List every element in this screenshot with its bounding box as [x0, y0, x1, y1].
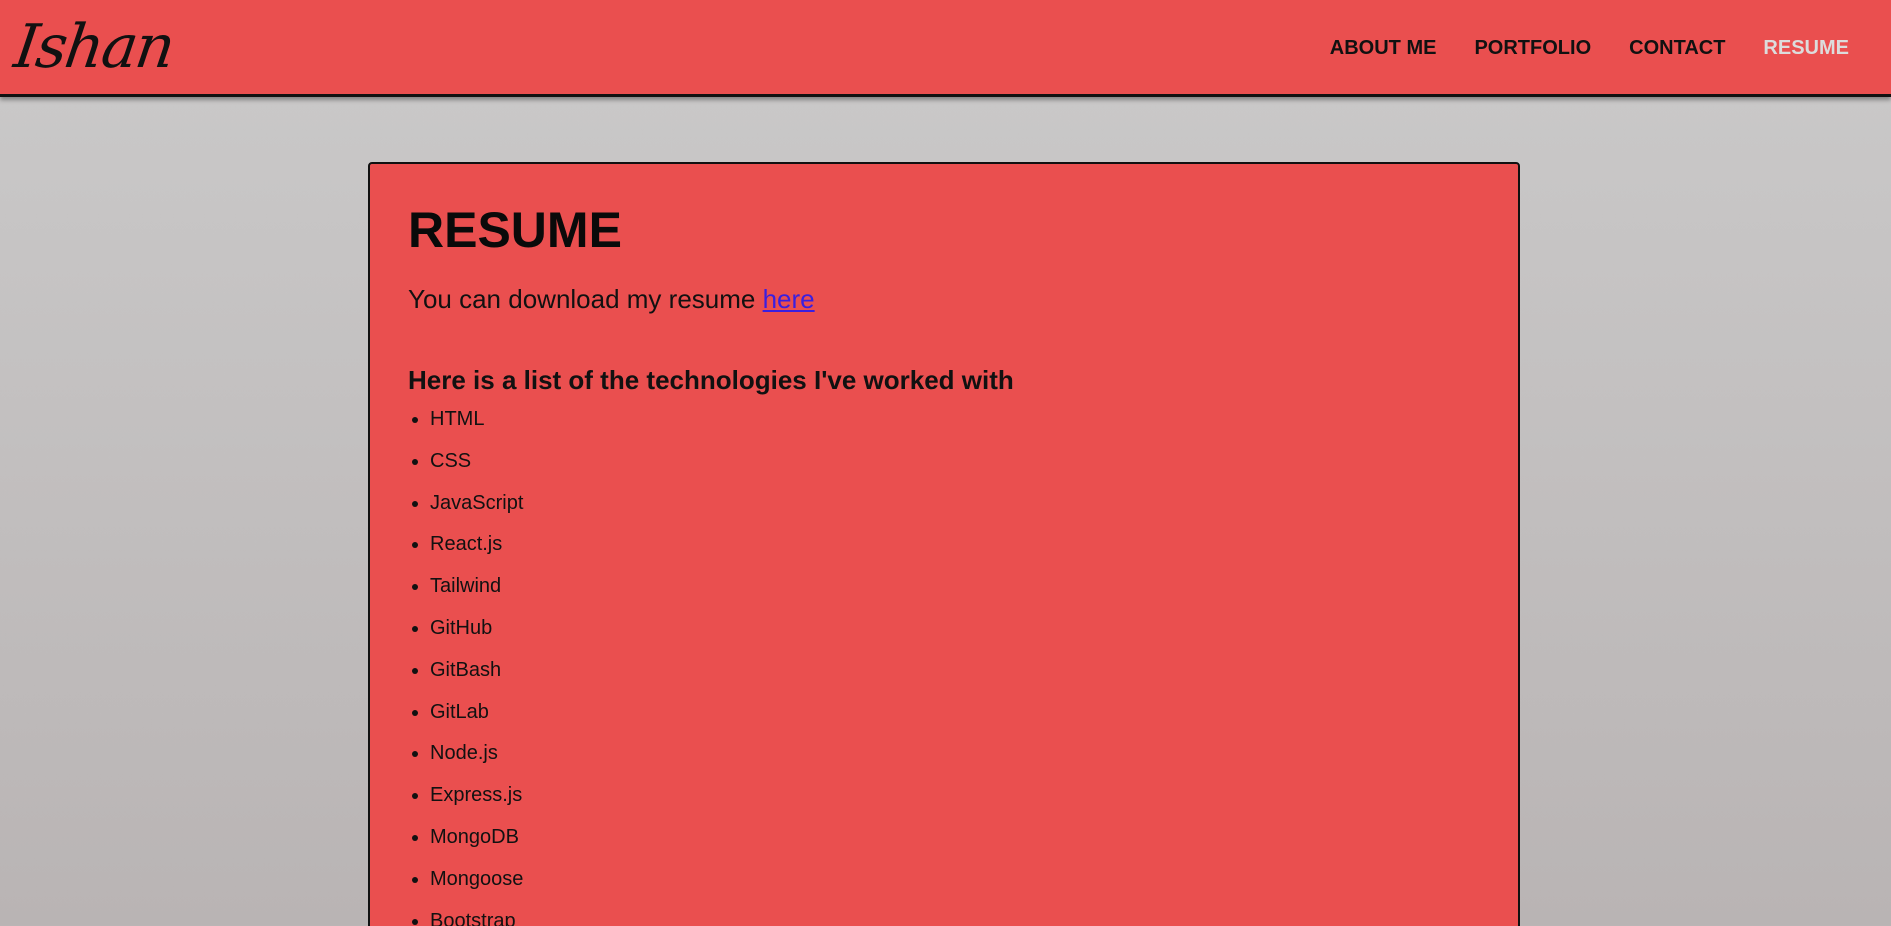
list-item: Mongoose	[412, 869, 1480, 911]
list-item: Tailwind	[412, 576, 1480, 618]
list-item: MongoDB	[412, 827, 1480, 869]
technologies-list: HTML CSS JavaScript React.js Tailwind Gi…	[408, 409, 1480, 926]
technologies-heading: Here is a list of the technologies I've …	[408, 365, 1014, 395]
list-item: GitBash	[412, 660, 1480, 702]
navbar: Ishan ABOUT ME PORTFOLIO CONTACT RESUME	[0, 0, 1891, 97]
nav-contact[interactable]: CONTACT	[1629, 37, 1725, 60]
list-item: Bootstrap	[412, 911, 1480, 926]
logo[interactable]: Ishan	[9, 2, 179, 92]
list-item: JavaScript	[412, 493, 1480, 535]
list-item: React.js	[412, 534, 1480, 576]
download-text-label: You can download my resume	[408, 284, 763, 314]
nav-resume[interactable]: RESUME	[1763, 37, 1849, 60]
list-item: Express.js	[412, 785, 1480, 827]
list-item: CSS	[412, 451, 1480, 493]
nav-portfolio[interactable]: PORTFOLIO	[1474, 37, 1591, 60]
resume-card: RESUME You can download my resume here H…	[368, 162, 1520, 926]
resume-download-link[interactable]: here	[763, 284, 815, 314]
nav-links: ABOUT ME PORTFOLIO CONTACT RESUME	[1330, 0, 1849, 97]
page-title: RESUME	[408, 202, 622, 258]
download-text: You can download my resume here	[408, 284, 1480, 314]
list-item: GitLab	[412, 702, 1480, 744]
list-item: GitHub	[412, 618, 1480, 660]
list-item: HTML	[412, 409, 1480, 451]
list-item: Node.js	[412, 743, 1480, 785]
nav-about-me[interactable]: ABOUT ME	[1330, 37, 1437, 60]
